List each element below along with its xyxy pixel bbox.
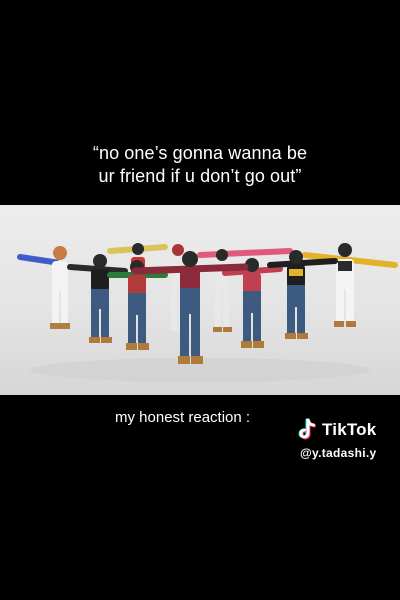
tiktok-watermark: TikTok xyxy=(296,418,376,442)
tiktok-note-icon xyxy=(298,418,316,440)
top-caption: “no one’s gonna wanna be ur friend if u … xyxy=(0,142,400,188)
dance-scene xyxy=(0,205,400,395)
top-caption-line-1: “no one’s gonna wanna be xyxy=(92,143,308,163)
top-caption-line-2: ur friend if u don’t go out” xyxy=(98,166,302,186)
creator-handle: @y.tadashi.y xyxy=(300,446,377,460)
video-frame[interactable] xyxy=(0,205,400,395)
reaction-caption: my honest reaction : xyxy=(115,409,251,426)
tiktok-wordmark: TikTok xyxy=(322,420,377,439)
